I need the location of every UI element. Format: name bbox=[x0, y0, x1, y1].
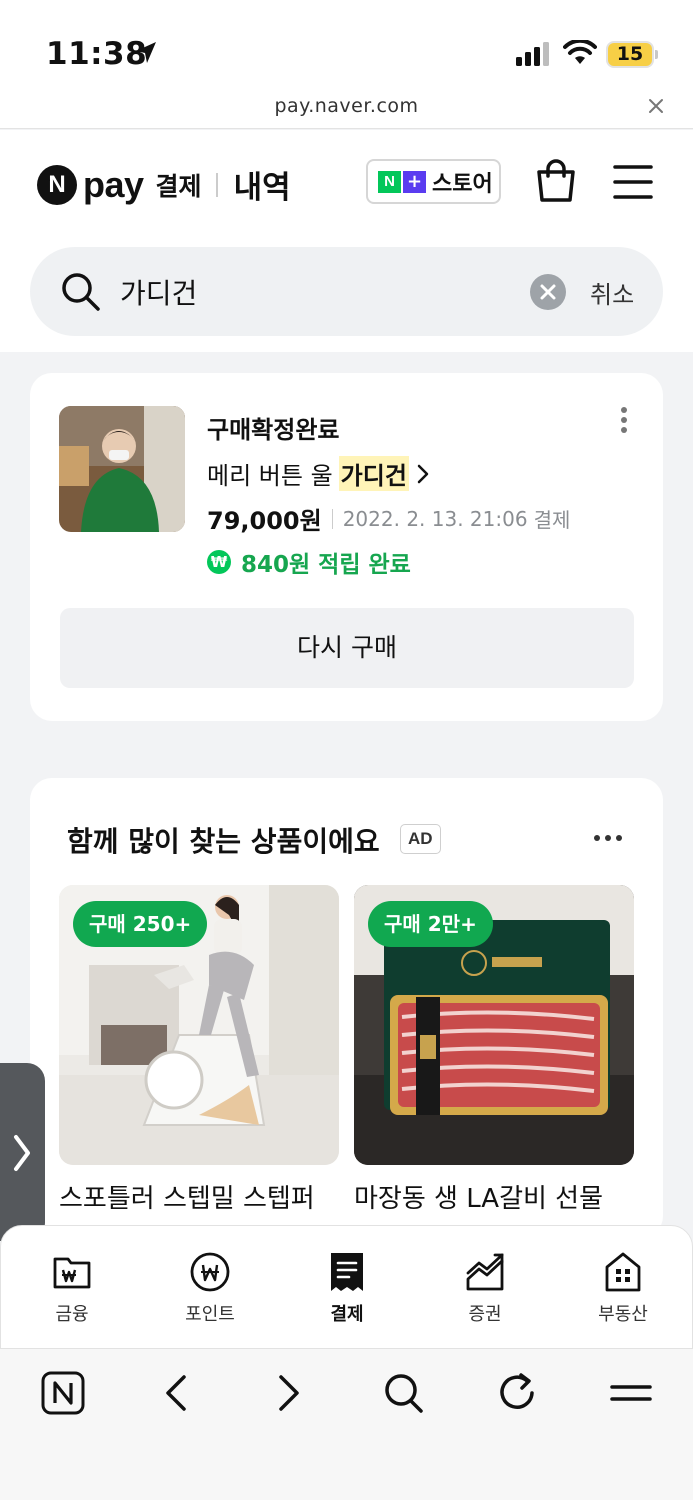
product-card-stepper[interactable]: 구매 250+ bbox=[59, 885, 339, 1165]
order-price: 79,000원 bbox=[207, 507, 322, 535]
status-time: 11:38 bbox=[46, 36, 148, 72]
recommend-title: 함께 많이 찾는 상품이에요 bbox=[67, 825, 380, 858]
product-name-link[interactable]: 메리 버튼 울 가디건 bbox=[207, 456, 429, 491]
point-icon bbox=[190, 1252, 230, 1292]
purchase-count-badge: 구매 2만+ bbox=[368, 901, 493, 947]
building-icon bbox=[605, 1252, 641, 1292]
tab-points[interactable]: 포인트 bbox=[165, 1250, 255, 1326]
tab-payment[interactable]: 결제 bbox=[302, 1250, 392, 1326]
product-title[interactable]: 스포틀러 스텝밀 스텝퍼 bbox=[59, 1178, 315, 1215]
nplus-store-button[interactable]: N + 스토어 bbox=[366, 159, 501, 204]
shopping-bag-icon[interactable] bbox=[534, 158, 578, 204]
hamburger-menu-icon[interactable] bbox=[613, 164, 653, 200]
order-pay-word: 결제 bbox=[533, 508, 571, 532]
divider bbox=[331, 508, 333, 529]
npay-logo[interactable]: N pay 결제 내역 bbox=[37, 162, 291, 207]
rebuy-button[interactable]: 다시 구매 bbox=[60, 608, 634, 688]
search-input[interactable]: 가디건 bbox=[120, 272, 197, 312]
points-earned: ₩ 840원 적립 완료 bbox=[207, 545, 411, 579]
store-label: 스토어 bbox=[432, 171, 493, 197]
product-name-prefix: 메리 버튼 울 bbox=[207, 462, 333, 490]
naver-n-badge-icon: N bbox=[378, 170, 401, 193]
points-text: 840원 적립 완료 bbox=[241, 552, 411, 578]
order-card: 구매확정완료 메리 버튼 울 가디건 79,000원 2022. 2. 13. … bbox=[30, 373, 663, 721]
page-header: N pay 결제 내역 N + 스토어 가디건 취소 bbox=[0, 130, 693, 352]
tab-real-estate[interactable]: 부동산 bbox=[578, 1250, 668, 1326]
price-row: 79,000원 2022. 2. 13. 21:06 결제 bbox=[207, 501, 570, 536]
cellular-signal-icon bbox=[516, 42, 549, 66]
logo-sub-text: 결제 bbox=[155, 171, 202, 201]
stock-chart-icon bbox=[466, 1253, 504, 1291]
product-title[interactable]: 마장동 생 LA갈비 선물 bbox=[354, 1178, 603, 1215]
tab-label: 부동산 bbox=[598, 1304, 648, 1325]
browser-menu-icon[interactable] bbox=[609, 1371, 653, 1415]
battery-icon: 15 bbox=[606, 41, 658, 68]
chevron-right-icon bbox=[417, 464, 429, 483]
close-icon[interactable] bbox=[646, 96, 666, 116]
order-date: 2022. 2. 13. 21:06 bbox=[342, 506, 528, 531]
cancel-button[interactable]: 취소 bbox=[590, 275, 634, 310]
search-icon[interactable] bbox=[383, 1371, 425, 1415]
logo-pay-text: pay bbox=[83, 163, 144, 205]
naver-home-icon[interactable] bbox=[41, 1371, 85, 1415]
tab-label: 증권 bbox=[468, 1304, 502, 1325]
search-bar[interactable]: 가디건 취소 bbox=[30, 247, 663, 336]
more-horizontal-icon[interactable] bbox=[593, 834, 623, 842]
back-arrow-icon[interactable] bbox=[160, 1371, 190, 1415]
refresh-icon[interactable] bbox=[497, 1371, 539, 1415]
tab-label: 결제 bbox=[330, 1304, 364, 1325]
clear-x-icon bbox=[540, 284, 556, 300]
purchase-count-badge: 구매 250+ bbox=[73, 901, 208, 947]
more-options-icon[interactable] bbox=[618, 406, 630, 436]
clear-search-button[interactable] bbox=[530, 274, 566, 310]
wallet-icon bbox=[53, 1257, 91, 1289]
bottom-tab-bar: 금융 포인트 결제 증권 부동산 bbox=[0, 1225, 693, 1349]
tab-label: 금융 bbox=[55, 1304, 89, 1325]
tab-finance[interactable]: 금융 bbox=[27, 1250, 117, 1326]
forward-arrow-icon[interactable] bbox=[275, 1371, 305, 1415]
ad-badge: AD bbox=[400, 824, 441, 854]
wifi-icon bbox=[563, 40, 597, 64]
location-arrow-icon bbox=[136, 42, 156, 63]
status-bar: 11:38 15 bbox=[0, 0, 693, 92]
receipt-icon bbox=[331, 1253, 363, 1291]
recommend-section: 함께 많이 찾는 상품이에요 AD 구매 250+ 구매 2만+ 스포틀러 스텝… bbox=[30, 778, 663, 1238]
side-drawer-handle[interactable] bbox=[0, 1063, 45, 1241]
chevron-right-icon bbox=[14, 1135, 30, 1171]
url-bar[interactable]: pay.naver.com bbox=[0, 92, 693, 129]
plus-badge-icon: + bbox=[403, 170, 426, 193]
point-coin-icon: ₩ bbox=[207, 550, 231, 574]
search-icon bbox=[62, 273, 100, 311]
product-card-galbi[interactable]: 구매 2만+ bbox=[354, 885, 634, 1165]
naver-n-icon: N bbox=[37, 164, 77, 205]
order-status: 구매확정완료 bbox=[207, 416, 340, 444]
product-thumbnail[interactable] bbox=[59, 406, 185, 532]
tab-label: 포인트 bbox=[185, 1304, 235, 1325]
battery-level: 15 bbox=[616, 43, 644, 65]
search-highlight: 가디건 bbox=[338, 456, 409, 491]
tab-stocks[interactable]: 증권 bbox=[440, 1250, 530, 1326]
page-title: 내역 bbox=[233, 170, 291, 206]
browser-toolbar bbox=[0, 1349, 693, 1500]
divider bbox=[215, 172, 218, 197]
url-text[interactable]: pay.naver.com bbox=[0, 95, 693, 117]
